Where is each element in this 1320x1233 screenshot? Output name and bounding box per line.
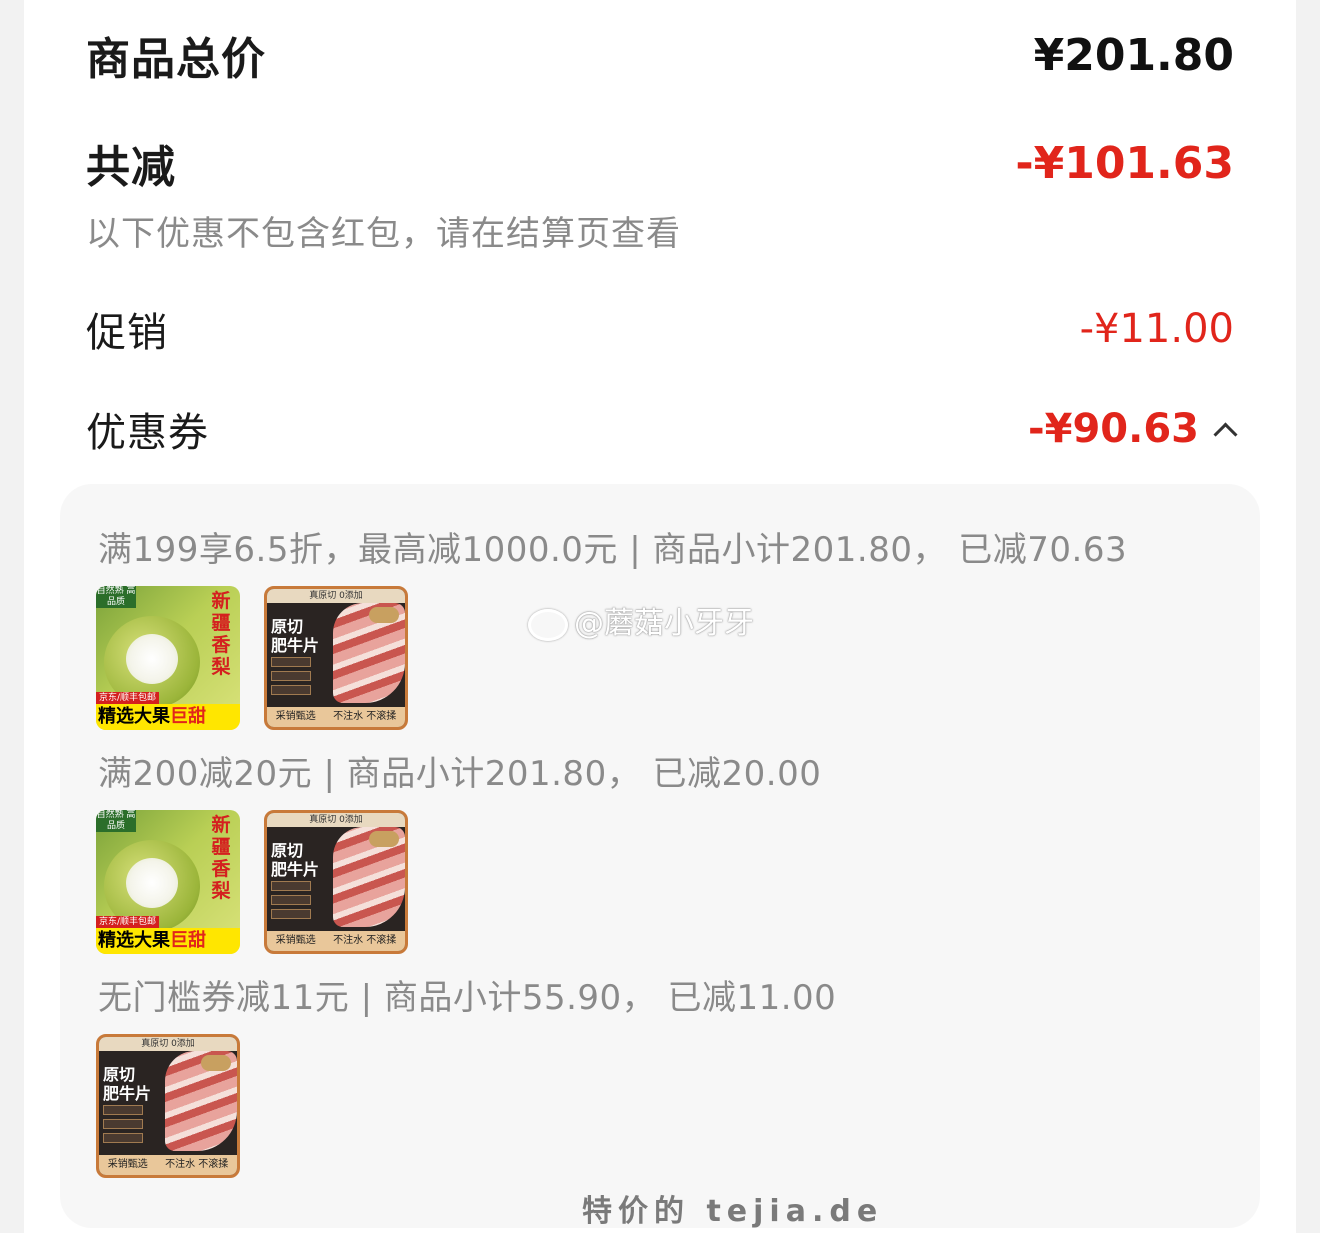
beef-feature-lines (103, 1105, 143, 1147)
beef-seal-icon (369, 831, 399, 847)
pear-shipping-tag: 京东/顺丰包邮 (96, 916, 160, 928)
beef-title-b: 肥牛片 (271, 636, 320, 655)
beef-top-tag: 真原切 0添加 (267, 589, 405, 603)
beef-bottom-a: 采销甄选 (275, 711, 316, 722)
beef-title: 原切 肥牛片 (271, 841, 319, 879)
coupon-rule-3-products: 真原切 0添加 原切 肥牛片 采销甄选 不注水 不滚揉 (96, 1034, 240, 1178)
product-thumb-pear[interactable]: 自然熟 高品质 新疆香梨 京东/顺丰包邮 精选大果巨甜 (96, 810, 240, 954)
beef-seal-icon (369, 607, 399, 623)
pear-band-a: 精选大果 (98, 706, 170, 727)
total-price-value: ¥201.80 (1033, 29, 1234, 81)
beef-top-tag: 真原切 0添加 (267, 813, 405, 827)
coupon-label: 优惠券 (86, 410, 209, 456)
beef-title: 原切 肥牛片 (103, 1065, 151, 1103)
beef-title: 原切 肥牛片 (271, 617, 319, 655)
promotion-value: -¥11.00 (1079, 306, 1234, 352)
total-discount-label: 共减 (86, 142, 176, 193)
pear-band: 精选大果巨甜 (96, 928, 240, 954)
beef-title-a: 原切 (271, 841, 304, 860)
beef-bottom-b: 不注水 不滚揉 (333, 935, 397, 946)
pear-band-b: 巨甜 (170, 706, 206, 727)
coupon-toggle[interactable]: -¥90.63 (1028, 406, 1238, 452)
coupon-detail-panel: 满199享6.5折，最高减1000.0元 | 商品小计201.80， 已减70.… (60, 484, 1260, 1228)
total-discount-value: -¥101.63 (1015, 137, 1234, 189)
weibo-logo-icon (528, 608, 568, 641)
product-thumb-beef[interactable]: 真原切 0添加 原切 肥牛片 采销甄选 不注水 不滚揉 (96, 1034, 240, 1178)
total-discount-row: 共减 -¥101.63 (86, 132, 1234, 194)
beef-bottom-a: 采销甄选 (275, 935, 316, 946)
watermark-text: @蘑菇小牙牙 (574, 606, 754, 641)
site-watermark: 特价的 tejia.de (582, 1194, 884, 1229)
beef-title-a: 原切 (271, 617, 304, 636)
coupon-rule-3: 无门槛券减11元 | 商品小计55.90， 已减11.00 (98, 978, 837, 1018)
pear-cut-image (126, 634, 178, 684)
product-thumb-beef[interactable]: 真原切 0添加 原切 肥牛片 采销甄选 不注水 不滚揉 (264, 586, 408, 730)
discount-note: 以下优惠不包含红包，请在结算页查看 (86, 214, 681, 254)
coupon-rule-1: 满199享6.5折，最高减1000.0元 | 商品小计201.80， 已减70.… (98, 530, 1128, 570)
beef-title-b: 肥牛片 (103, 1084, 152, 1103)
pear-shipping-tag: 京东/顺丰包邮 (96, 692, 160, 704)
coupon-rule-2: 满200减20元 | 商品小计201.80， 已减20.00 (98, 754, 822, 794)
beef-feature-lines (271, 881, 311, 923)
beef-bottom-band: 采销甄选 不注水 不滚揉 (267, 707, 405, 727)
beef-title-b: 肥牛片 (271, 860, 320, 879)
pear-band-b: 巨甜 (170, 930, 206, 951)
product-thumb-beef[interactable]: 真原切 0添加 原切 肥牛片 采销甄选 不注水 不滚揉 (264, 810, 408, 954)
pear-quality-tag: 自然熟 高品质 (96, 810, 136, 832)
coupon-value: -¥90.63 (1028, 406, 1199, 452)
pear-band-a: 精选大果 (98, 930, 170, 951)
weibo-watermark: @蘑菇小牙牙 (528, 598, 754, 642)
pear-band: 精选大果巨甜 (96, 704, 240, 730)
coupon-rule-2-products: 自然熟 高品质 新疆香梨 京东/顺丰包邮 精选大果巨甜 真原切 0添加 原切 肥牛… (96, 810, 408, 954)
beef-title-a: 原切 (103, 1065, 136, 1084)
beef-bottom-band: 采销甄选 不注水 不滚揉 (99, 1155, 237, 1175)
beef-feature-lines (271, 657, 311, 699)
beef-bottom-a: 采销甄选 (107, 1159, 148, 1170)
beef-bottom-b: 不注水 不滚揉 (333, 711, 397, 722)
beef-bottom-band: 采销甄选 不注水 不滚揉 (267, 931, 405, 951)
chevron-up-icon[interactable] (1213, 421, 1238, 447)
beef-bottom-b: 不注水 不滚揉 (165, 1159, 229, 1170)
pear-quality-tag: 自然熟 高品质 (96, 586, 136, 608)
pear-side-title: 新疆香梨 (211, 814, 231, 902)
beef-seal-icon (201, 1055, 231, 1071)
beef-top-tag: 真原切 0添加 (99, 1037, 237, 1051)
product-thumb-pear[interactable]: 自然熟 高品质 新疆香梨 京东/顺丰包邮 精选大果巨甜 (96, 586, 240, 730)
total-price-row: 商品总价 ¥201.80 (86, 24, 1234, 86)
pear-cut-image (126, 858, 178, 908)
promotion-row: 促销 -¥11.00 (86, 300, 1234, 358)
total-price-label: 商品总价 (86, 34, 266, 85)
pear-side-title: 新疆香梨 (211, 590, 231, 678)
coupon-row[interactable]: 优惠券 -¥90.63 (86, 400, 1238, 458)
coupon-rule-1-products: 自然熟 高品质 新疆香梨 京东/顺丰包邮 精选大果巨甜 真原切 0添加 原切 肥牛… (96, 586, 408, 730)
promotion-label: 促销 (86, 310, 168, 356)
